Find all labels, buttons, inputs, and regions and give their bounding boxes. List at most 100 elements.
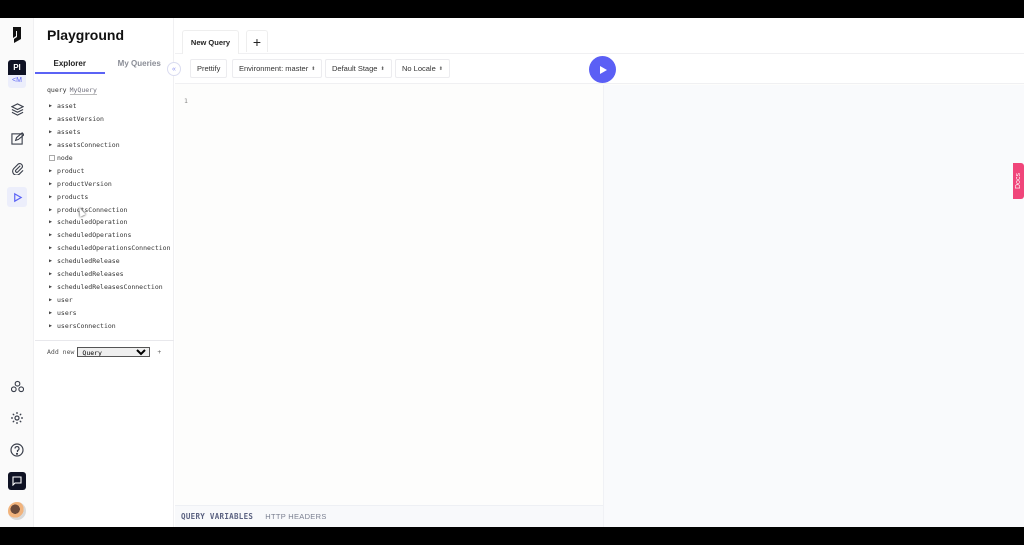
field-name: scheduledOperations [57,231,132,240]
tab-explorer[interactable]: Explorer [35,56,105,74]
field-item[interactable]: ▶ assetsConnection [49,139,171,152]
schema-icon[interactable] [8,100,26,118]
project-sub: <M [12,77,22,84]
locale-select[interactable]: No Locale ⬍ [395,59,450,78]
field-name: node [57,154,73,162]
expand-arrow-icon[interactable]: ▶ [49,129,57,135]
logo-icon[interactable] [8,26,26,44]
run-query-button[interactable] [589,56,616,83]
query-tab-bar: New Query + [175,18,1024,54]
expand-arrow-icon[interactable]: ▶ [49,219,57,225]
explorer-tabs: Explorer My Queries [35,56,174,74]
select-arrows-icon: ⬍ [380,65,385,72]
field-name: assetsConnection [57,141,120,150]
field-item[interactable]: ▶ assets [49,126,171,139]
expand-arrow-icon[interactable]: ▶ [49,297,57,303]
field-name: products [57,192,89,201]
field-item[interactable]: ▶ productVersion [49,177,171,190]
operation-type-select[interactable]: Query [77,347,151,357]
tab-new-query[interactable]: New Query [182,30,239,54]
stage-label: Default Stage [332,64,378,73]
field-item[interactable]: ▶ scheduledOperation [49,216,171,229]
select-arrows-icon: ⬍ [311,65,316,72]
expand-arrow-icon[interactable]: ▶ [49,194,57,200]
checkbox-icon[interactable] [49,155,55,161]
field-item[interactable]: ▶ asset [49,100,171,113]
collapse-explorer-icon[interactable]: « [167,62,181,76]
environment-select[interactable]: Environment: master ⬍ [232,59,323,78]
prettify-button[interactable]: Prettify [190,59,228,78]
expand-arrow-icon[interactable]: ▶ [49,116,57,122]
field-item[interactable]: ▶ scheduledReleases [49,268,171,281]
chat-icon[interactable] [8,472,26,490]
project-switcher[interactable]: Pl <M [8,60,26,88]
paperclip-icon[interactable] [8,159,26,177]
field-item[interactable]: ▶ scheduledRelease [49,255,171,268]
add-operation-button[interactable]: + [157,348,161,356]
expand-arrow-icon[interactable]: ▶ [49,207,57,213]
webhooks-icon[interactable] [8,377,26,395]
field-name: user [57,295,73,304]
field-item[interactable]: ▶ users [49,306,171,319]
expand-arrow-icon[interactable]: ▶ [49,245,57,251]
docs-button[interactable]: Docs [1013,163,1024,199]
expand-arrow-icon[interactable]: ▶ [49,258,57,264]
field-name: assets [57,128,81,137]
expand-arrow-icon[interactable]: ▶ [49,181,57,187]
stage-select[interactable]: Default Stage ⬍ [325,59,392,78]
field-name: asset [57,102,77,111]
field-item[interactable]: ▶ scheduledOperations [49,229,171,242]
editor-area: New Query + « Prettify Environment: mast… [167,18,1024,527]
add-tab-button[interactable]: + [246,30,268,52]
field-item[interactable]: ▶ productsConnection [49,203,171,216]
result-panel [603,85,1024,527]
line-number: 1 [184,97,188,105]
help-icon[interactable] [8,441,26,459]
explorer-panel: Playground Explorer My Queries query MyQu… [35,18,174,527]
field-name: scheduledRelease [57,257,120,266]
expand-arrow-icon[interactable]: ▶ [49,284,57,290]
field-list: ▶ asset ▶ assetVersion ▶ assets ▶ assetsConnect… [49,100,171,332]
settings-gear-icon[interactable] [8,409,26,427]
main-nav-rail: Pl <M [0,18,34,527]
field-item[interactable]: ▶ scheduledOperationsConnection [49,242,171,255]
bottom-tabs: QUERY VARIABLES HTTP HEADERS [175,505,603,527]
tab-query-variables[interactable]: QUERY VARIABLES [181,512,253,521]
content-edit-icon[interactable] [8,129,26,147]
field-item[interactable]: ▶ scheduledReleasesConnection [49,280,171,293]
expand-arrow-icon[interactable]: ▶ [49,168,57,174]
field-item[interactable]: ▶ user [49,293,171,306]
operation-keyword: query [47,86,67,94]
field-item[interactable]: ▶ usersConnection [49,319,171,332]
field-name: scheduledOperationsConnection [57,244,171,253]
tab-my-queries[interactable]: My Queries [105,56,175,74]
field-name: assetVersion [57,115,104,124]
expand-arrow-icon[interactable]: ▶ [49,232,57,238]
playground-icon[interactable] [7,187,27,207]
query-editor[interactable]: 1 [175,85,603,505]
field-item[interactable]: ▶ assetVersion [49,113,171,126]
divider [35,340,174,341]
user-avatar[interactable] [8,502,26,520]
expand-arrow-icon[interactable]: ▶ [49,103,57,109]
operation-name-input[interactable]: MyQuery [69,86,97,95]
field-name: productVersion [57,179,112,188]
tab-http-headers[interactable]: HTTP HEADERS [265,512,326,521]
field-name: scheduledReleases [57,270,124,279]
field-item[interactable]: node [49,152,171,165]
app-window: Pl <M Playground Explorer My Queries que… [0,18,1024,527]
field-item[interactable]: ▶ product [49,164,171,177]
field-name: users [57,308,77,317]
field-item[interactable]: ▶ products [49,190,171,203]
expand-arrow-icon[interactable]: ▶ [49,323,57,329]
expand-arrow-icon[interactable]: ▶ [49,142,57,148]
add-new-label: Add new [47,348,75,356]
expand-arrow-icon[interactable]: ▶ [49,271,57,277]
locale-label: No Locale [402,64,436,73]
field-name: scheduledReleasesConnection [57,282,163,291]
expand-arrow-icon[interactable]: ▶ [49,310,57,316]
field-name: product [57,166,85,175]
page-title: Playground [47,27,125,43]
editor-toolbar: « Prettify Environment: master ⬍ Default … [167,54,1024,84]
select-arrows-icon: ⬍ [438,65,443,72]
